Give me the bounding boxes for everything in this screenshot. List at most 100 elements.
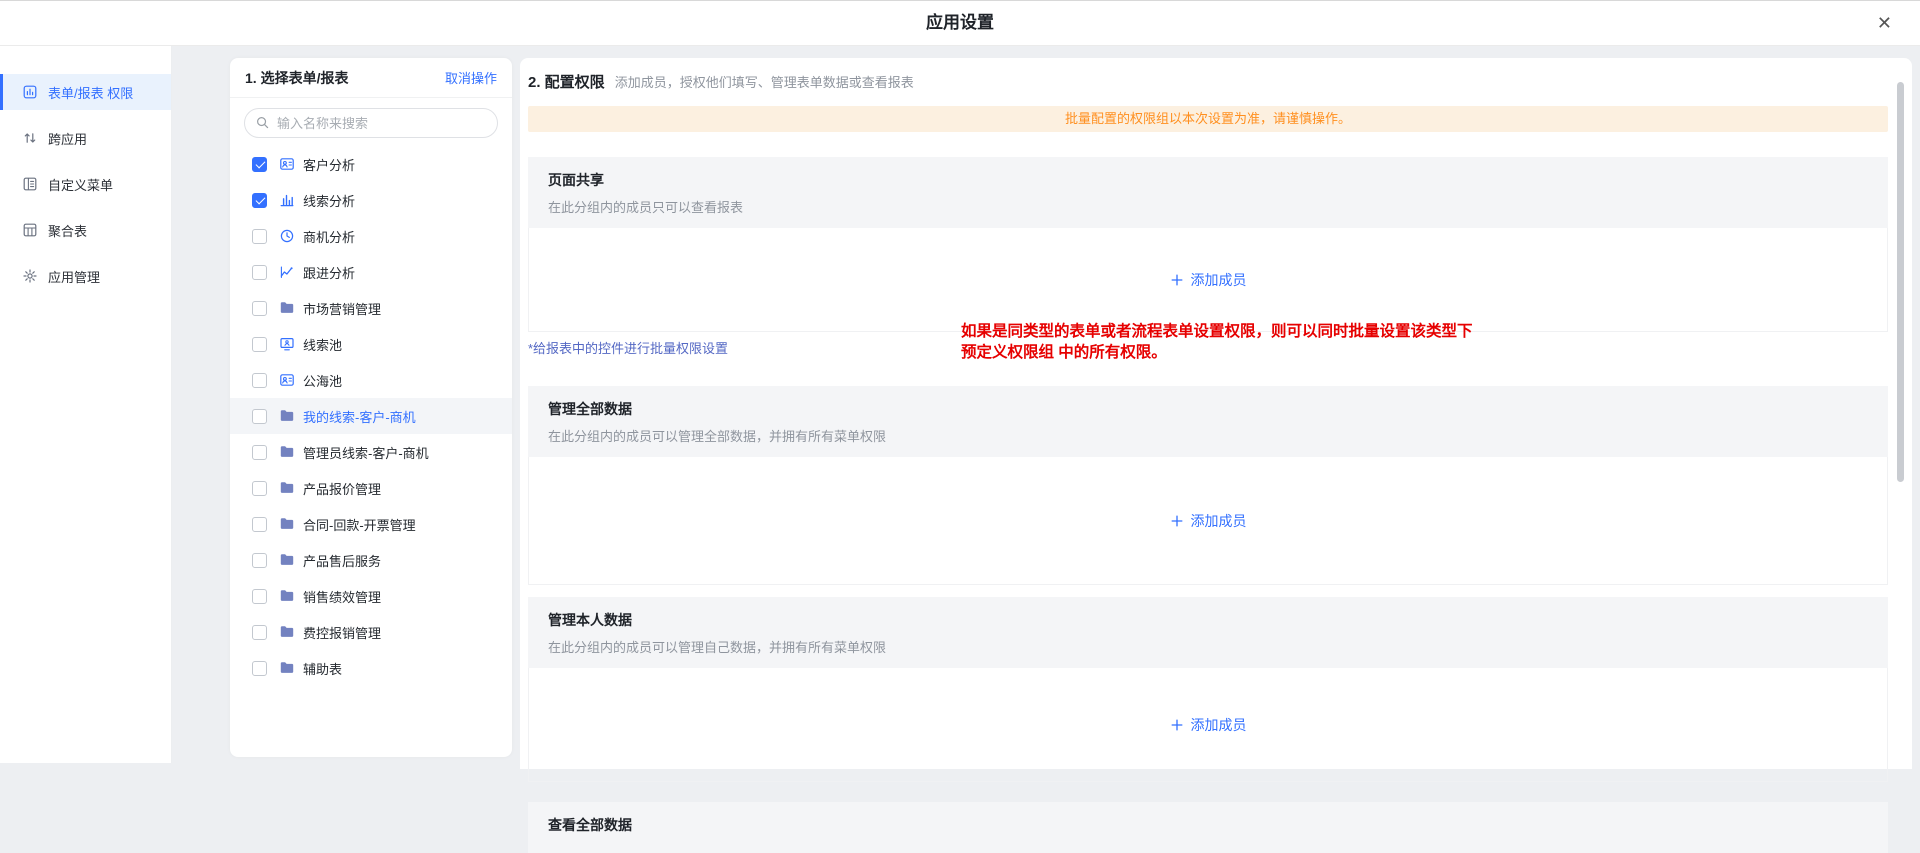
- search-icon: [255, 115, 270, 130]
- form-item-label: 客户分析: [303, 155, 355, 174]
- page-title: 应用设置: [0, 1, 1920, 45]
- group-title: 查看全部数据: [548, 815, 1868, 835]
- form-item-label: 产品报价管理: [303, 479, 381, 498]
- sidebar-item-label: 表单/报表 权限: [48, 83, 133, 102]
- form-item-label: 我的线索-客户-商机: [303, 407, 416, 426]
- sidebar: 表单/报表 权限 跨应用 自定义菜单 聚合表 应用管理: [0, 46, 172, 763]
- form-list-item[interactable]: 辅助表: [230, 650, 512, 686]
- batch-permission-link[interactable]: *给报表中的控件进行批量权限设置: [528, 338, 728, 357]
- form-list-item[interactable]: 费控报销管理: [230, 614, 512, 650]
- warning-banner: 批量配置的权限组以本次设置为准，请谨慎操作。: [528, 106, 1888, 132]
- trend-icon: [279, 264, 295, 280]
- form-item-label: 辅助表: [303, 659, 342, 678]
- group-title: 页面共享: [548, 170, 1868, 190]
- form-item-label: 公海池: [303, 371, 342, 390]
- permission-group: 管理本人数据 在此分组内的成员可以管理自己数据，并拥有所有菜单权限 添加成员: [528, 597, 1888, 782]
- form-list-item[interactable]: 产品报价管理: [230, 470, 512, 506]
- form-list-item[interactable]: 合同-回款-开票管理: [230, 506, 512, 542]
- form-list: 客户分析 线索分析 商机分析 跟进分析 市场营销管理 线索池: [230, 138, 512, 686]
- form-list-item[interactable]: 管理员线索-客户-商机: [230, 434, 512, 470]
- form-item-label: 费控报销管理: [303, 623, 381, 642]
- folder-icon: [279, 300, 295, 316]
- permission-group-header: 管理全部数据 在此分组内的成员可以管理全部数据，并拥有所有菜单权限: [528, 386, 1888, 457]
- close-icon[interactable]: ✕: [1877, 13, 1892, 33]
- add-member-button[interactable]: 添加成员: [1170, 511, 1247, 531]
- form-list-item[interactable]: 产品售后服务: [230, 542, 512, 578]
- permission-group-body: 添加成员: [528, 668, 1888, 782]
- form-report-icon: [22, 84, 38, 100]
- gear-icon: [22, 268, 38, 284]
- add-member-button[interactable]: 添加成员: [1170, 715, 1247, 735]
- permission-group: 页面共享 在此分组内的成员只可以查看报表 添加成员: [528, 157, 1888, 332]
- sidebar-item[interactable]: 跨应用: [0, 120, 171, 156]
- group-title: 管理全部数据: [548, 399, 1868, 419]
- sidebar-item[interactable]: 应用管理: [0, 258, 171, 294]
- cancel-operation-link[interactable]: 取消操作: [445, 68, 497, 87]
- checkbox[interactable]: [252, 337, 267, 352]
- form-list-item[interactable]: 市场营销管理: [230, 290, 512, 326]
- permission-group: 查看全部数据 添加成员: [528, 802, 1888, 853]
- permission-group-body: 添加成员: [528, 228, 1888, 332]
- aggregate-table-icon: [22, 222, 38, 238]
- add-member-label: 添加成员: [1191, 715, 1247, 735]
- permission-group-header: 查看全部数据: [528, 802, 1888, 853]
- permission-panel-subtitle: 添加成员，授权他们填写、管理表单数据或查看报表: [615, 72, 914, 91]
- contact-card-icon: [279, 372, 295, 388]
- form-item-label: 产品售后服务: [303, 551, 381, 570]
- form-list-item[interactable]: 公海池: [230, 362, 512, 398]
- checkbox[interactable]: [252, 373, 267, 388]
- checkbox[interactable]: [252, 193, 267, 208]
- form-select-panel: 1. 选择表单/报表 取消操作 客户分析 线索分析 商机分析: [230, 58, 512, 757]
- checkbox[interactable]: [252, 589, 267, 604]
- scrollbar-thumb[interactable]: [1897, 82, 1904, 482]
- plus-icon: [1170, 514, 1184, 528]
- checkbox[interactable]: [252, 481, 267, 496]
- form-list-item[interactable]: 客户分析: [230, 146, 512, 182]
- permission-group-header: 管理本人数据 在此分组内的成员可以管理自己数据，并拥有所有菜单权限: [528, 597, 1888, 668]
- contact-card-icon: [279, 156, 295, 172]
- checkbox[interactable]: [252, 409, 267, 424]
- add-member-button[interactable]: 添加成员: [1170, 270, 1247, 290]
- modal-header: 应用设置 ✕: [0, 0, 1920, 46]
- sidebar-item[interactable]: 表单/报表 权限: [0, 74, 171, 110]
- scrollbar[interactable]: [1897, 68, 1904, 768]
- checkbox[interactable]: [252, 517, 267, 532]
- folder-icon: [279, 660, 295, 676]
- form-item-label: 销售绩效管理: [303, 587, 381, 606]
- permission-groups: 页面共享 在此分组内的成员只可以查看报表 添加成员 管理全部数据 在此分组内的成…: [520, 157, 1912, 853]
- checkbox[interactable]: [252, 301, 267, 316]
- checkbox[interactable]: [252, 157, 267, 172]
- folder-icon: [279, 624, 295, 640]
- sidebar-item[interactable]: 自定义菜单: [0, 166, 171, 202]
- permission-group: 管理全部数据 在此分组内的成员可以管理全部数据，并拥有所有菜单权限 添加成员: [528, 386, 1888, 585]
- form-list-item[interactable]: 商机分析: [230, 218, 512, 254]
- folder-icon: [279, 408, 295, 424]
- search-input[interactable]: [244, 108, 498, 138]
- form-panel-title: 1. 选择表单/报表: [245, 68, 348, 88]
- form-item-label: 管理员线索-客户-商机: [303, 443, 429, 462]
- form-list-item[interactable]: 跟进分析: [230, 254, 512, 290]
- checkbox[interactable]: [252, 661, 267, 676]
- sidebar-item-label: 应用管理: [48, 267, 100, 286]
- annotation-note: 如果是同类型的表单或者流程表单设置权限，则可以同时批量设置该类型下 预定义权限组…: [961, 321, 1473, 363]
- form-list-item[interactable]: 我的线索-客户-商机: [230, 398, 512, 434]
- checkbox[interactable]: [252, 553, 267, 568]
- form-list-item[interactable]: 线索分析: [230, 182, 512, 218]
- form-item-label: 线索分析: [303, 191, 355, 210]
- checkbox[interactable]: [252, 445, 267, 460]
- group-description: 在此分组内的成员可以管理全部数据，并拥有所有菜单权限: [548, 426, 1868, 445]
- permission-panel: 2. 配置权限 添加成员，授权他们填写、管理表单数据或查看报表 批量配置的权限组…: [520, 58, 1912, 769]
- checkbox[interactable]: [252, 625, 267, 640]
- sidebar-item[interactable]: 聚合表: [0, 212, 171, 248]
- plus-icon: [1170, 718, 1184, 732]
- form-item-label: 线索池: [303, 335, 342, 354]
- folder-icon: [279, 516, 295, 532]
- checkbox[interactable]: [252, 265, 267, 280]
- form-item-label: 合同-回款-开票管理: [303, 515, 416, 534]
- form-list-item[interactable]: 线索池: [230, 326, 512, 362]
- add-member-label: 添加成员: [1191, 270, 1247, 290]
- form-item-label: 市场营销管理: [303, 299, 381, 318]
- checkbox[interactable]: [252, 229, 267, 244]
- folder-icon: [279, 480, 295, 496]
- form-list-item[interactable]: 销售绩效管理: [230, 578, 512, 614]
